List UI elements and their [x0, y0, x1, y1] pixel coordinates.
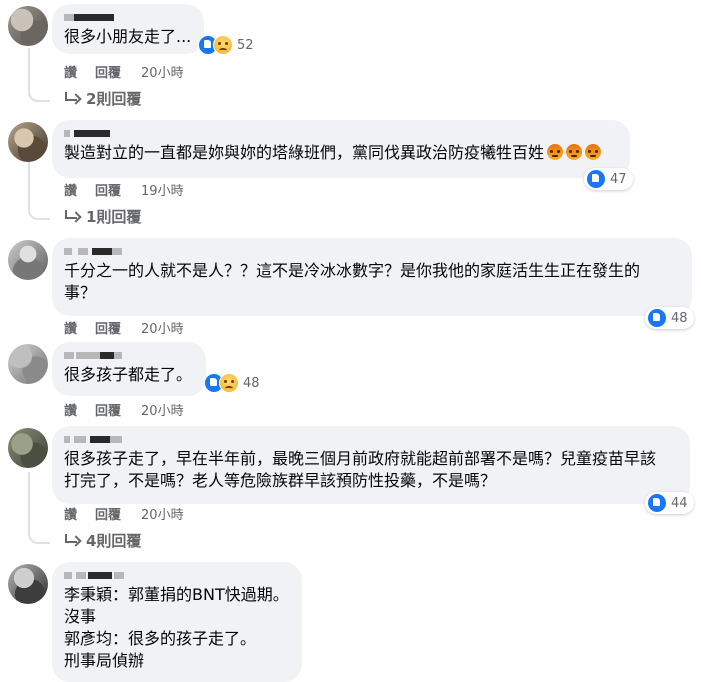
reaction-summary[interactable]: 47 — [584, 168, 633, 190]
comment-text: 千分之一的人就不是人？？這不是冷冰冰數字？是你我他的家庭活生生正在發生的 事？ — [64, 261, 641, 302]
avatar[interactable] — [8, 564, 48, 604]
thread-line — [28, 160, 30, 212]
comment-actions: 讚 回覆 20小時 — [64, 318, 184, 337]
comment-text: 製造對立的一直都是妳與妳的塔綠班們，黨同伐異政治防疫犧牲百姓 — [64, 143, 545, 162]
reaction-count: 44 — [671, 495, 688, 511]
angry-emoji-group — [544, 143, 602, 162]
reply-button[interactable]: 回覆 — [95, 504, 121, 523]
comment-actions: 讚 回覆 20小時 — [64, 62, 184, 81]
reply-button[interactable]: 回覆 — [95, 318, 121, 337]
replies-label: 2則回覆 — [86, 89, 142, 108]
reply-button[interactable]: 回覆 — [95, 62, 121, 81]
comment-bubble: 很多孩子走了，早在半年前，最晚三個月前政府就能超前部署不是嗎？兒童疫苗早該 打完… — [52, 426, 690, 504]
reply-button[interactable]: 回覆 — [95, 180, 121, 199]
angry-icon — [547, 144, 564, 160]
comment-actions: 讚 回覆 20小時 — [64, 504, 184, 523]
view-replies-button[interactable]: 1則回覆 — [64, 206, 141, 226]
view-replies-button[interactable]: 2則回覆 — [64, 88, 141, 108]
comment-text: 很多小朋友走了... — [64, 27, 192, 46]
reaction-count: 48 — [243, 375, 260, 391]
redacted-name[interactable] — [64, 434, 678, 444]
comment-bubble: 很多孩子都走了。 — [52, 342, 206, 396]
comment-actions: 讚 回覆 20小時 — [64, 400, 184, 419]
redacted-name[interactable] — [64, 128, 618, 138]
reaction-summary[interactable]: 48 — [202, 372, 266, 394]
thread-line — [28, 472, 30, 532]
reaction-summary[interactable]: 44 — [645, 492, 694, 514]
angry-icon — [585, 144, 602, 160]
view-replies-button[interactable]: 4則回覆 — [64, 530, 141, 550]
comment-bubble: 很多小朋友走了... — [52, 4, 204, 54]
like-button[interactable]: 讚 — [64, 62, 77, 81]
reaction-count: 47 — [610, 171, 627, 187]
timestamp[interactable]: 20小時 — [141, 400, 184, 419]
like-icon — [586, 169, 606, 189]
reaction-summary[interactable]: 48 — [645, 307, 694, 329]
comment-text: 李秉穎：郭董捐的BNT快過期。 沒事 郭彥均：很多的孩子走了。 刑事局偵辦 — [64, 585, 289, 670]
comment-bubble: 千分之一的人就不是人？？這不是冷冰冰數字？是你我他的家庭活生生正在發生的 事？ — [52, 238, 692, 316]
comment-actions: 讚 回覆 19小時 — [64, 180, 184, 199]
replies-label: 1則回覆 — [86, 207, 142, 226]
reply-arrow-icon — [64, 209, 80, 223]
thread-branch — [28, 530, 50, 544]
thread-branch — [28, 88, 50, 102]
reply-button[interactable]: 回覆 — [95, 400, 121, 419]
reply-arrow-icon — [64, 533, 80, 547]
timestamp[interactable]: 20小時 — [141, 318, 184, 337]
like-button[interactable]: 讚 — [64, 504, 77, 523]
angry-icon — [566, 144, 583, 160]
replies-label: 4則回覆 — [86, 531, 142, 550]
reaction-count: 52 — [237, 37, 254, 53]
avatar[interactable] — [8, 122, 48, 162]
avatar[interactable] — [8, 6, 48, 46]
redacted-name[interactable] — [64, 12, 192, 22]
redacted-name[interactable] — [64, 246, 680, 256]
reaction-summary[interactable]: 52 — [196, 34, 260, 56]
redacted-name[interactable] — [64, 350, 194, 360]
avatar[interactable] — [8, 344, 48, 384]
like-button[interactable]: 讚 — [64, 400, 77, 419]
comment-text: 很多孩子都走了。 — [64, 365, 193, 384]
reply-arrow-icon — [64, 91, 80, 105]
avatar[interactable] — [8, 428, 48, 468]
sad-icon — [219, 373, 239, 393]
comment-text: 很多孩子走了，早在半年前，最晚三個月前政府就能超前部署不是嗎？兒童疫苗早該 打完… — [64, 449, 657, 490]
like-icon — [647, 308, 667, 328]
like-button[interactable]: 讚 — [64, 180, 77, 199]
redacted-name[interactable] — [64, 570, 290, 580]
avatar[interactable] — [8, 240, 48, 280]
comment-bubble: 製造對立的一直都是妳與妳的塔綠班們，黨同伐異政治防疫犧牲百姓 — [52, 120, 630, 178]
like-button[interactable]: 讚 — [64, 318, 77, 337]
timestamp[interactable]: 19小時 — [141, 180, 184, 199]
thread-branch — [28, 206, 50, 220]
sad-icon — [213, 35, 233, 55]
timestamp[interactable]: 20小時 — [141, 504, 184, 523]
comment-bubble: 李秉穎：郭董捐的BNT快過期。 沒事 郭彥均：很多的孩子走了。 刑事局偵辦 — [52, 562, 302, 682]
reaction-count: 48 — [671, 310, 688, 326]
timestamp[interactable]: 20小時 — [141, 62, 184, 81]
like-icon — [647, 493, 667, 513]
